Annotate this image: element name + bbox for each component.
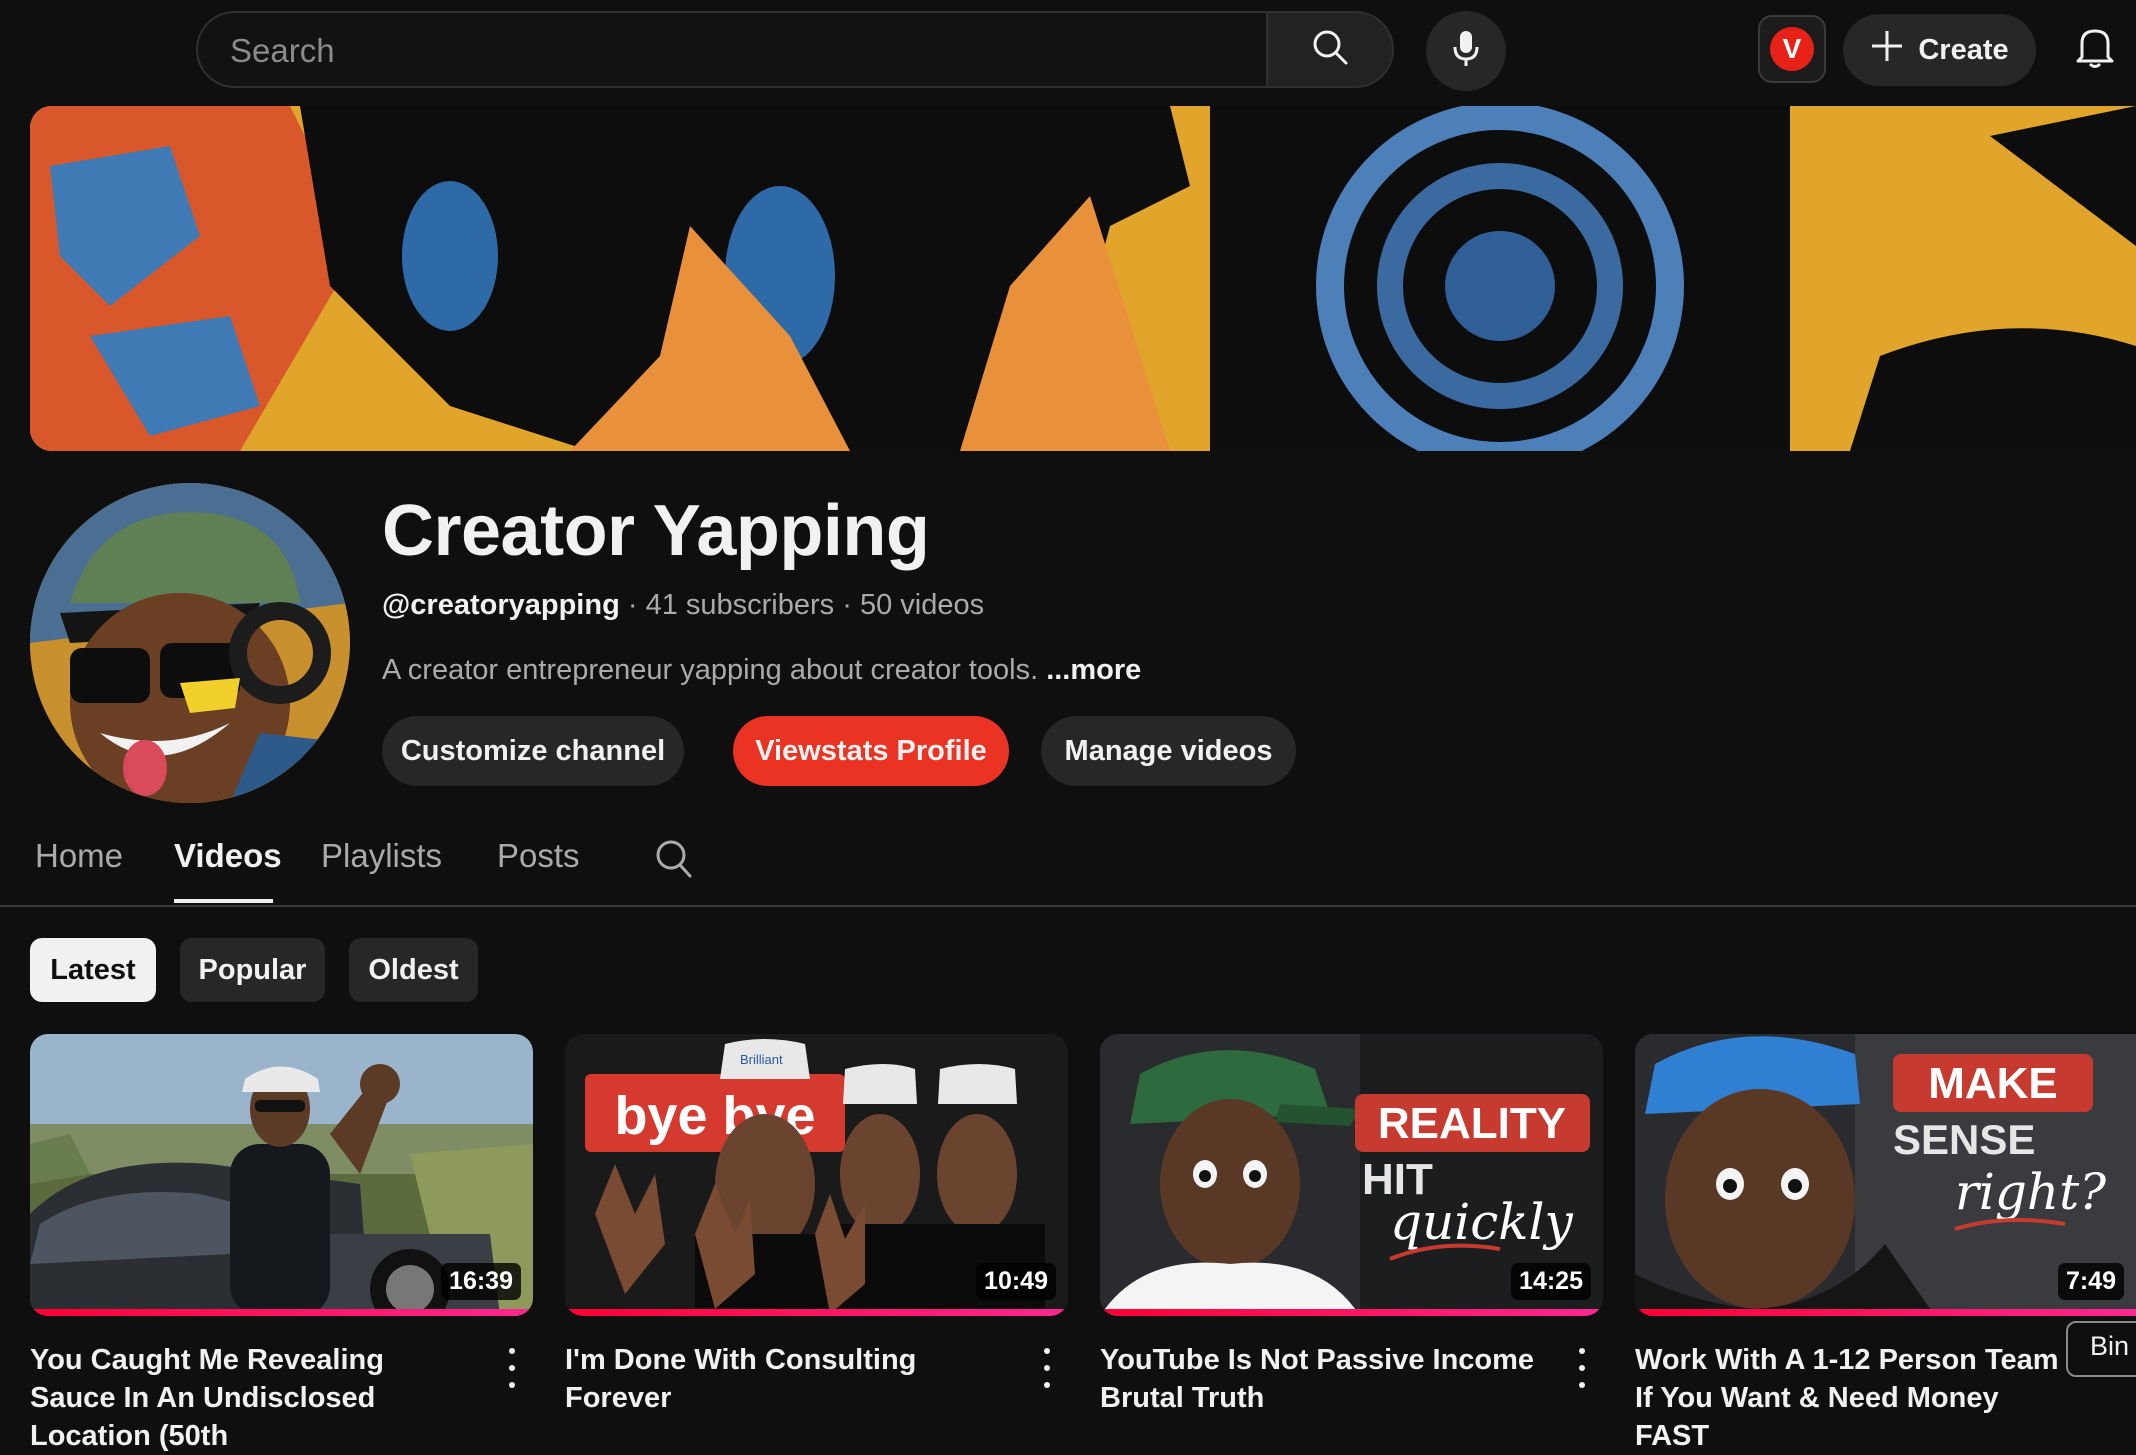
video-thumbnail[interactable]: MAKE SENSE right? 7:49: [1635, 1034, 2136, 1316]
microphone-icon: [1450, 29, 1482, 74]
channel-meta: @creatoryapping · 41 subscribers · 50 vi…: [382, 589, 984, 622]
separator: ·: [842, 589, 852, 621]
thumbnail-text: quickly: [1390, 1193, 1573, 1251]
create-button[interactable]: Create: [1843, 14, 2036, 86]
chip-oldest[interactable]: Oldest: [349, 938, 478, 1002]
video-duration: 14:25: [1511, 1263, 1591, 1300]
watch-progress-bar: [30, 1309, 533, 1316]
search-icon: [1310, 27, 1350, 72]
chip-latest[interactable]: Latest: [30, 938, 156, 1002]
search-box[interactable]: [196, 11, 1266, 88]
customize-channel-button[interactable]: Customize channel: [382, 716, 684, 786]
video-title[interactable]: YouTube Is Not Passive Income Brutal Tru…: [1100, 1341, 1540, 1417]
thumbnail-text: SENSE: [1893, 1116, 2035, 1163]
tab-posts[interactable]: Posts: [497, 837, 580, 875]
description-text: A creator entrepreneur yapping about cre…: [382, 654, 1039, 686]
video-thumbnail[interactable]: REALITY HIT quickly 14:25: [1100, 1034, 1603, 1316]
cap-logo-text: Brilliant: [740, 1052, 783, 1067]
plus-icon: [1870, 29, 1904, 71]
video-duration: 7:49: [2057, 1263, 2124, 1300]
subscriber-count: 41 subscribers: [645, 589, 835, 621]
tab-playlists[interactable]: Playlists: [321, 837, 442, 875]
more-options-icon[interactable]: [500, 1348, 524, 1388]
search-button[interactable]: [1266, 11, 1394, 88]
viewstats-extension-button[interactable]: V: [1758, 15, 1826, 83]
tabs-divider: [0, 905, 2136, 907]
bell-icon: [2076, 25, 2114, 74]
channel-name: Creator Yapping: [382, 491, 930, 571]
tab-home[interactable]: Home: [35, 837, 123, 875]
thumbnail-text: MAKE: [1928, 1059, 2058, 1108]
chip-popular[interactable]: Popular: [180, 938, 325, 1002]
manage-videos-button[interactable]: Manage videos: [1041, 716, 1296, 786]
search-icon: [654, 840, 694, 884]
video-thumbnail[interactable]: 16:39: [30, 1034, 533, 1316]
video-count: 50 videos: [859, 589, 985, 621]
tooltip: Bin: [2066, 1321, 2136, 1377]
separator: ·: [627, 589, 638, 621]
thumbnail-text: right?: [1955, 1163, 2107, 1221]
watch-progress-bar: [1635, 1309, 2136, 1316]
more-link[interactable]: ...more: [1046, 654, 1141, 686]
video-title[interactable]: You Caught Me Revealing Sauce In An Undi…: [30, 1341, 470, 1455]
more-options-icon[interactable]: [1570, 1348, 1594, 1388]
viewstats-profile-button[interactable]: Viewstats Profile: [733, 716, 1009, 786]
channel-handle[interactable]: @creatoryapping: [382, 589, 620, 621]
video-thumbnail[interactable]: bye bye Brilliant 10:49: [565, 1034, 1068, 1316]
viewstats-logo-icon: V: [1770, 27, 1814, 71]
video-title[interactable]: I'm Done With Consulting Forever: [565, 1341, 1005, 1417]
voice-search-button[interactable]: [1426, 11, 1506, 91]
channel-description[interactable]: A creator entrepreneur yapping about cre…: [382, 654, 1141, 687]
channel-avatar[interactable]: [30, 483, 350, 803]
watch-progress-bar: [565, 1309, 1068, 1316]
video-duration: 10:49: [976, 1263, 1056, 1300]
video-duration: 16:39: [441, 1263, 521, 1300]
video-title[interactable]: Work With A 1-12 Person Team If You Want…: [1635, 1341, 2075, 1455]
create-label: Create: [1918, 33, 2009, 66]
notifications-button[interactable]: [2068, 22, 2122, 76]
search-input[interactable]: [228, 13, 1132, 88]
watch-progress-bar: [1100, 1309, 1603, 1316]
channel-banner: [30, 106, 2136, 451]
active-tab-indicator: [174, 899, 273, 903]
tab-videos[interactable]: Videos: [174, 837, 282, 875]
more-options-icon[interactable]: [1035, 1348, 1059, 1388]
thumbnail-text: REALITY: [1378, 1099, 1566, 1148]
channel-search-button[interactable]: [654, 838, 694, 885]
